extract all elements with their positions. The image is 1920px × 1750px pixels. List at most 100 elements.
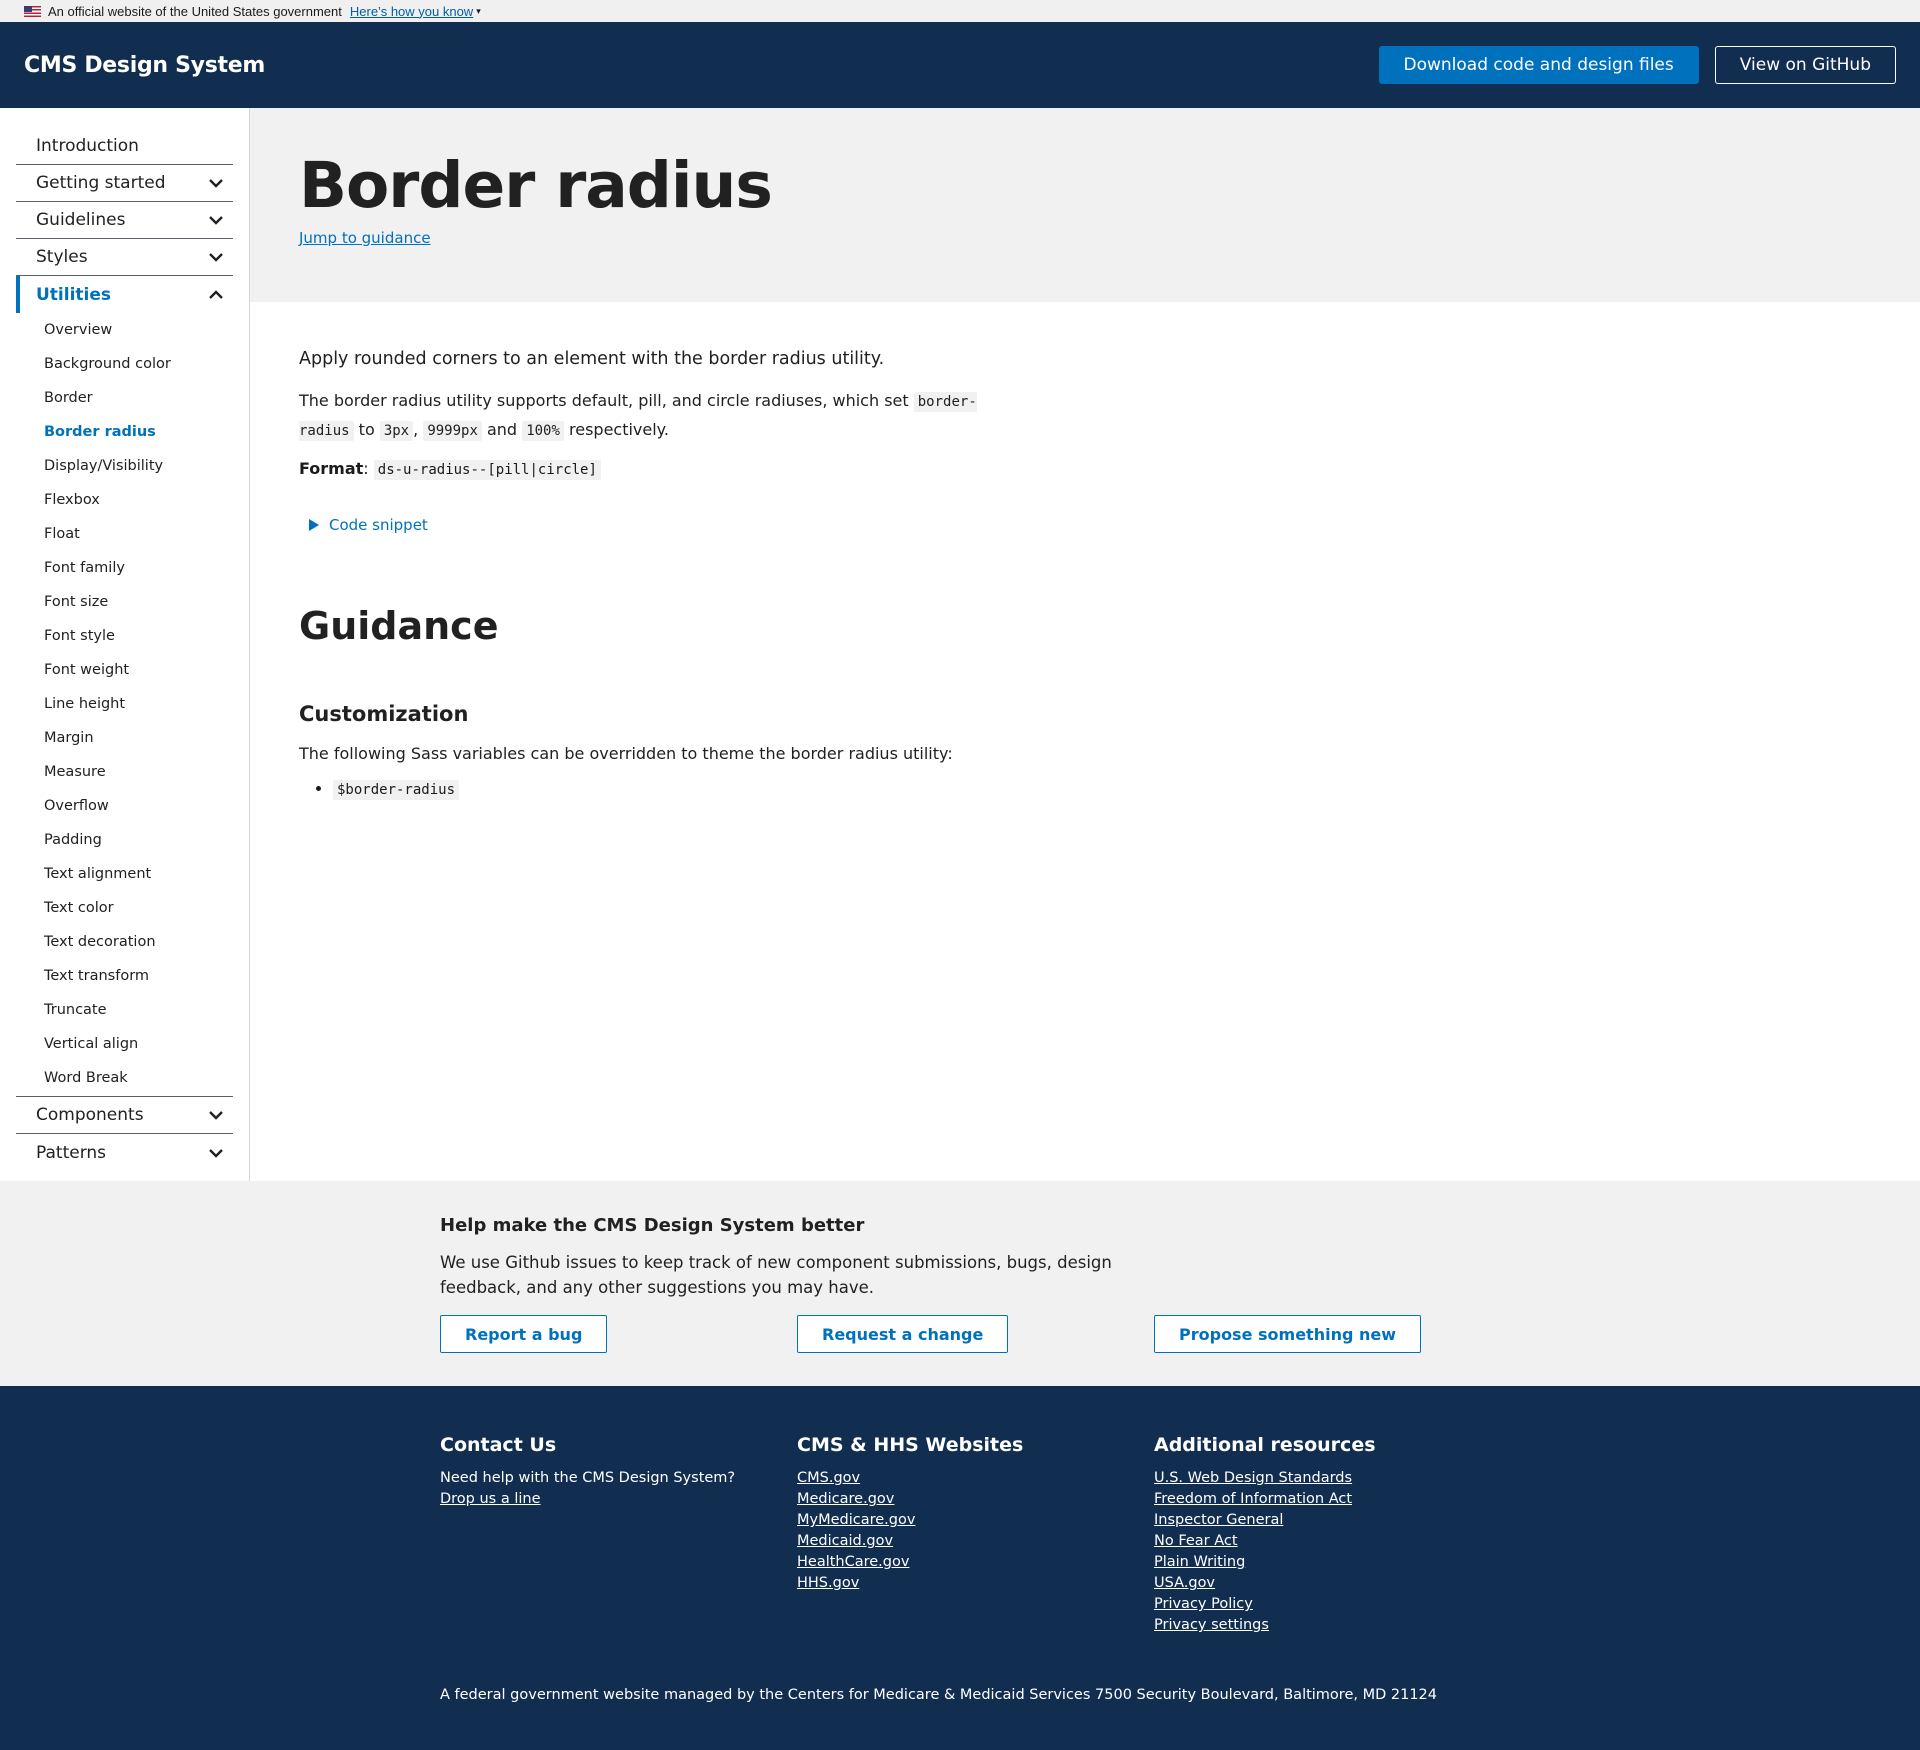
feedback-title: Help make the CMS Design System better xyxy=(440,1215,865,1236)
caret-right-icon xyxy=(309,519,319,531)
report-bug-button[interactable]: Report a bug xyxy=(440,1315,608,1353)
heres-how-you-know-link[interactable]: Here’s how you know xyxy=(350,4,473,19)
subnav-item[interactable]: Text alignment xyxy=(16,857,233,891)
gov-banner-text: An official website of the United States… xyxy=(48,3,342,19)
intro-paragraph: The border radius utility supports defau… xyxy=(299,387,999,445)
footer-link[interactable]: Inspector General xyxy=(1154,1510,1511,1531)
footer-link[interactable]: U.S. Web Design Standards xyxy=(1154,1468,1511,1489)
subnav-item[interactable]: Font size xyxy=(16,585,233,619)
subnav-item[interactable]: Padding xyxy=(16,823,233,857)
subnav-item[interactable]: Background color xyxy=(16,347,233,381)
footer-link[interactable]: USA.gov xyxy=(1154,1573,1511,1594)
format-code: ds-u-radius--[pill|circle] xyxy=(373,460,601,480)
subnav-item-current[interactable]: Border radius xyxy=(16,415,233,449)
footer-link[interactable]: HealthCare.gov xyxy=(797,1552,1154,1573)
footer-link[interactable]: Medicare.gov xyxy=(797,1489,1154,1510)
subnav-item[interactable]: Measure xyxy=(16,755,233,789)
subnav-item[interactable]: Text color xyxy=(16,891,233,925)
para-text: , xyxy=(413,420,419,439)
sidebar-item-label: Utilities xyxy=(36,284,112,305)
chevron-down-icon xyxy=(207,1106,225,1124)
para-text: respectively. xyxy=(569,420,669,439)
page-title: Border radius xyxy=(299,149,773,222)
footer-resources: Additional resources U.S. Web Design Sta… xyxy=(1154,1434,1511,1636)
list-item: $border-radius xyxy=(333,779,1871,800)
footer-link[interactable]: Privacy Policy xyxy=(1154,1594,1511,1615)
main-content: Border radius Jump to guidance Apply rou… xyxy=(250,108,1920,1181)
contact-link[interactable]: Drop us a line xyxy=(440,1489,797,1510)
footer-columns: Contact Us Need help with the CMS Design… xyxy=(440,1434,1920,1636)
gov-banner: An official website of the United States… xyxy=(0,0,1920,22)
subnav-item[interactable]: Float xyxy=(16,517,233,551)
code-100-percent: 100% xyxy=(522,421,564,441)
jump-to-guidance-link[interactable]: Jump to guidance xyxy=(299,229,431,247)
propose-new-button[interactable]: Propose something new xyxy=(1154,1315,1421,1353)
contact-heading: Contact Us xyxy=(440,1434,557,1456)
subnav-item[interactable]: Display/Visibility xyxy=(16,449,233,483)
footer-link[interactable]: No Fear Act xyxy=(1154,1531,1511,1552)
subnav-item[interactable]: Margin xyxy=(16,721,233,755)
subnav-item[interactable]: Flexbox xyxy=(16,483,233,517)
sidebar-nav: Introduction Getting started Guidelines … xyxy=(0,108,250,1181)
subnav-item[interactable]: Overflow xyxy=(16,789,233,823)
code-snippet-toggle[interactable]: Code snippet xyxy=(309,516,1871,534)
code-3px: 3px xyxy=(379,421,414,441)
chevron-down-icon xyxy=(207,174,225,192)
footer-link[interactable]: MyMedicare.gov xyxy=(797,1510,1154,1531)
sidebar-item-getting-started[interactable]: Getting started xyxy=(16,165,233,202)
page-hero: Border radius Jump to guidance xyxy=(250,108,1920,302)
format-label: Format xyxy=(299,459,364,478)
para-text: The border radius utility supports defau… xyxy=(299,391,909,410)
chevron-down-icon xyxy=(207,1144,225,1162)
sidebar-item-guidelines[interactable]: Guidelines xyxy=(16,202,233,239)
feedback-buttons: Report a bug Request a change Propose so… xyxy=(440,1315,1920,1353)
guidance-heading: Guidance xyxy=(299,604,499,648)
site-header: CMS Design System Download code and desi… xyxy=(0,22,1920,108)
sidebar-item-styles[interactable]: Styles xyxy=(16,239,233,276)
sass-variable-code: $border-radius xyxy=(333,780,460,800)
download-button[interactable]: Download code and design files xyxy=(1378,46,1699,84)
sidebar-item-label: Guidelines xyxy=(36,210,126,230)
footer-contact: Contact Us Need help with the CMS Design… xyxy=(440,1434,797,1636)
sidebar-item-components[interactable]: Components xyxy=(16,1097,233,1134)
subnav-item[interactable]: Text decoration xyxy=(16,925,233,959)
sidebar-item-introduction[interactable]: Introduction xyxy=(16,128,233,165)
chevron-down-icon xyxy=(207,248,225,266)
footer-link[interactable]: Medicaid.gov xyxy=(797,1531,1154,1552)
footer-link[interactable]: Privacy settings xyxy=(1154,1615,1511,1636)
subnav-item[interactable]: Border xyxy=(16,381,233,415)
subnav-item[interactable]: Text transform xyxy=(16,959,233,993)
subnav-item[interactable]: Font weight xyxy=(16,653,233,687)
page-body: Apply rounded corners to an element with… xyxy=(250,302,1920,800)
chevron-down-icon xyxy=(207,211,225,229)
header-actions: Download code and design files View on G… xyxy=(1378,46,1896,84)
format-colon: : xyxy=(363,459,369,478)
footer-link[interactable]: Freedom of Information Act xyxy=(1154,1489,1511,1510)
sidebar-item-label: Introduction xyxy=(36,136,139,156)
subnav-item[interactable]: Font family xyxy=(16,551,233,585)
sites-heading: CMS & HHS Websites xyxy=(797,1434,1024,1456)
footer-link[interactable]: Plain Writing xyxy=(1154,1552,1511,1573)
resources-heading: Additional resources xyxy=(1154,1434,1376,1456)
subnav-item[interactable]: Line height xyxy=(16,687,233,721)
subnav-item[interactable]: Overview xyxy=(16,313,233,347)
site-logo[interactable]: CMS Design System xyxy=(24,53,265,78)
subnav-item[interactable]: Vertical align xyxy=(16,1027,233,1061)
footer-link[interactable]: CMS.gov xyxy=(797,1468,1154,1489)
subnav-item[interactable]: Truncate xyxy=(16,993,233,1027)
sidebar-item-utilities[interactable]: Utilities xyxy=(16,276,233,313)
subnav-item[interactable]: Font style xyxy=(16,619,233,653)
sidebar-item-label: Styles xyxy=(36,247,88,267)
github-button[interactable]: View on GitHub xyxy=(1714,46,1896,84)
subnav-item[interactable]: Word Break xyxy=(16,1061,233,1095)
request-change-button[interactable]: Request a change xyxy=(797,1315,1009,1353)
feedback-section: Help make the CMS Design System better W… xyxy=(0,1181,1920,1386)
customization-text: The following Sass variables can be over… xyxy=(299,744,953,763)
sidebar-item-patterns[interactable]: Patterns xyxy=(16,1134,233,1171)
contact-text: Need help with the CMS Design System? xyxy=(440,1470,736,1486)
footer-link[interactable]: HHS.gov xyxy=(797,1573,1154,1594)
sidebar-item-label: Components xyxy=(36,1105,144,1125)
chevron-down-icon[interactable]: ▾ xyxy=(476,6,481,17)
code-snippet-label: Code snippet xyxy=(329,516,428,534)
sidebar-item-label: Getting started xyxy=(36,173,166,193)
